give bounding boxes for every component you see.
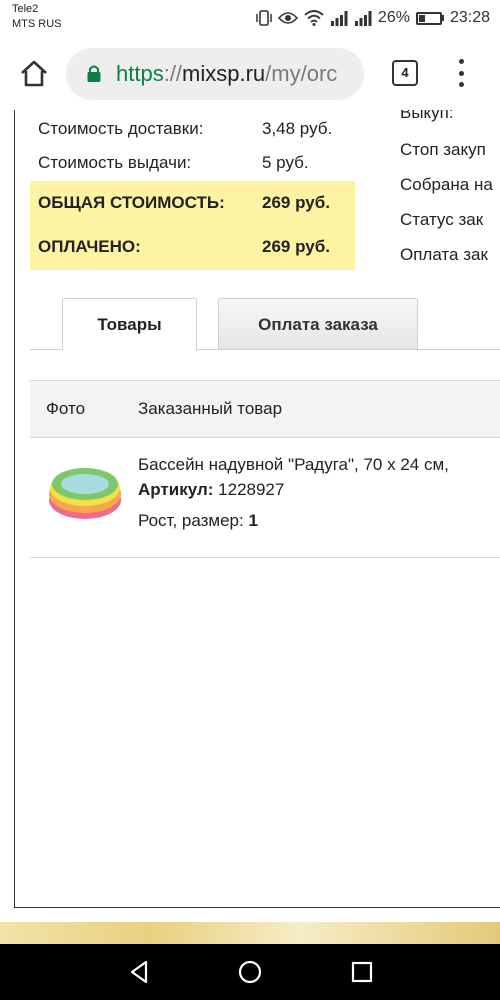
url-scheme: https — [116, 61, 164, 86]
wifi-icon — [304, 10, 324, 26]
delivery-cost-value: 3,48 руб. — [262, 119, 333, 138]
item-name[interactable]: Бассейн надувной "Радуга", 70 x 24 см, — [138, 455, 449, 475]
article-label: Артикул: — [138, 480, 214, 499]
page-content: Стоимость доставки: 3,48 руб. Стоимость … — [0, 110, 500, 944]
lock-icon — [87, 65, 101, 82]
paid-value: 269 руб. — [262, 237, 330, 256]
right-info-status: Статус зак — [400, 210, 484, 229]
right-info-stop: Стоп закуп — [400, 140, 486, 159]
url-host: mixsp.ru — [182, 61, 266, 86]
table-row[interactable]: Бассейн надувной "Радуга", 70 x 24 см, А… — [30, 438, 500, 558]
tab-switcher-button[interactable]: 4 — [392, 60, 418, 86]
signal-icon — [330, 11, 348, 26]
right-info-buyout: Выкуп: — [400, 110, 454, 122]
back-icon[interactable] — [126, 958, 154, 986]
size-label: Рост, размер: — [138, 511, 244, 530]
home-icon[interactable] — [18, 58, 50, 90]
battery-percent: 26% — [377, 9, 410, 26]
paid-label: ОПЛАЧЕНО: — [38, 237, 141, 256]
url-path: /my/orc — [265, 61, 338, 86]
system-nav-bar — [0, 944, 500, 1000]
eye-icon — [277, 12, 298, 24]
battery-tip — [441, 15, 444, 21]
table-header: Фото Заказанный товар — [30, 380, 500, 438]
size-value: 1 — [248, 511, 258, 530]
total-cost-label: ОБЩАЯ СТОИМОСТЬ: — [38, 193, 225, 212]
issue-cost-label: Стоимость выдачи: — [38, 153, 192, 172]
address-bar[interactable]: https://mixsp.ru/my/orc — [66, 48, 364, 100]
browser-toolbar: https://mixsp.ru/my/orc 4 — [0, 38, 500, 110]
delivery-cost-label: Стоимость доставки: — [38, 119, 204, 138]
total-cost-value: 269 руб. — [262, 193, 330, 212]
column-photo: Фото — [46, 399, 86, 418]
page-background-strip — [0, 922, 500, 944]
battery-icon — [415, 11, 442, 25]
carrier-primary: Tele2 — [12, 3, 39, 15]
vibrate-icon — [256, 10, 272, 26]
right-info-collected: Собрана на — [400, 175, 493, 194]
tab-order-payment[interactable]: Оплата заказа — [218, 298, 418, 350]
tab-goods[interactable]: Товары — [62, 298, 197, 351]
column-ordered-item: Заказанный товар — [138, 399, 283, 418]
status-bar: Tele2 MTS RUS 26% 23:28 — [0, 0, 500, 38]
right-info-payment: Оплата зак — [400, 245, 488, 264]
carrier-secondary: MTS RUS — [12, 18, 62, 30]
url-separator: :// — [163, 61, 183, 86]
signal-icon-2 — [354, 11, 372, 26]
home-nav-icon[interactable] — [236, 958, 264, 986]
issue-cost-value: 5 руб. — [262, 153, 309, 172]
article-value: 1228927 — [218, 480, 285, 499]
clock: 23:28 — [449, 9, 490, 26]
overflow-menu-icon[interactable] — [452, 56, 470, 90]
inflatable-pool-image[interactable] — [46, 456, 124, 526]
status-icons: 26% 23:28 — [256, 8, 490, 28]
item-article: Артикул: 1228927 — [138, 480, 284, 500]
recents-icon[interactable] — [348, 958, 376, 986]
item-size: Рост, размер: 1 — [138, 511, 258, 531]
url-text: https://mixsp.ru/my/orc — [116, 61, 337, 87]
